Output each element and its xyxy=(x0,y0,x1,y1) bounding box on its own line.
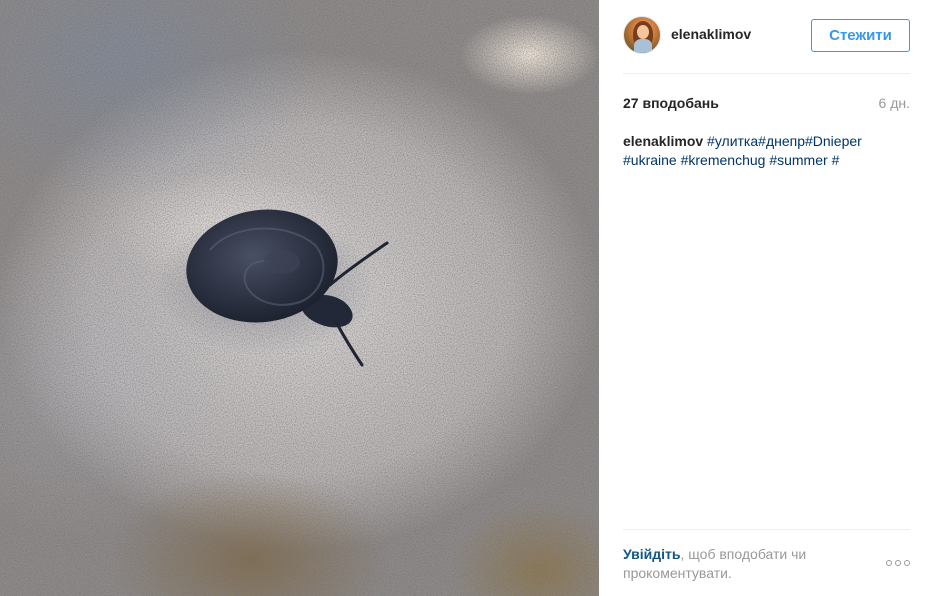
hashtag-link[interactable]: #улитка xyxy=(707,133,758,149)
avatar[interactable] xyxy=(623,16,661,54)
hashtag-link[interactable]: #summer xyxy=(769,152,827,168)
divider xyxy=(623,529,910,530)
hashtag-link[interactable]: #kremenchug xyxy=(681,152,766,168)
post-photo[interactable] xyxy=(0,0,599,596)
hashtag-link[interactable]: #Dnieper xyxy=(805,133,862,149)
photo-content xyxy=(0,0,599,596)
login-prompt: Увійдіть, щоб вподобати чи прокоментуват… xyxy=(623,545,863,583)
hashtag-link[interactable]: #ukraine xyxy=(623,152,677,168)
likes-count[interactable]: 27 вподобань xyxy=(623,95,719,111)
follow-button[interactable]: Стежити xyxy=(811,19,910,52)
post-timestamp[interactable]: 6 дн. xyxy=(879,95,910,111)
login-link[interactable]: Увійдіть xyxy=(623,546,681,562)
divider xyxy=(623,73,910,74)
author-username[interactable]: elenaklimov xyxy=(671,26,751,42)
post-sidebar: elenaklimov Стежити 27 вподобань 6 дн. e… xyxy=(599,0,934,596)
caption-username[interactable]: elenaklimov xyxy=(623,133,703,149)
hashtag-link[interactable]: #днепр xyxy=(758,133,805,149)
more-dots-icon[interactable] xyxy=(886,558,910,568)
post-caption: elenaklimov #улитка#днепр#Dnieper #ukrai… xyxy=(623,132,913,170)
hashtag-link[interactable]: # xyxy=(832,152,840,168)
post-header: elenaklimov Стежити xyxy=(623,16,910,54)
